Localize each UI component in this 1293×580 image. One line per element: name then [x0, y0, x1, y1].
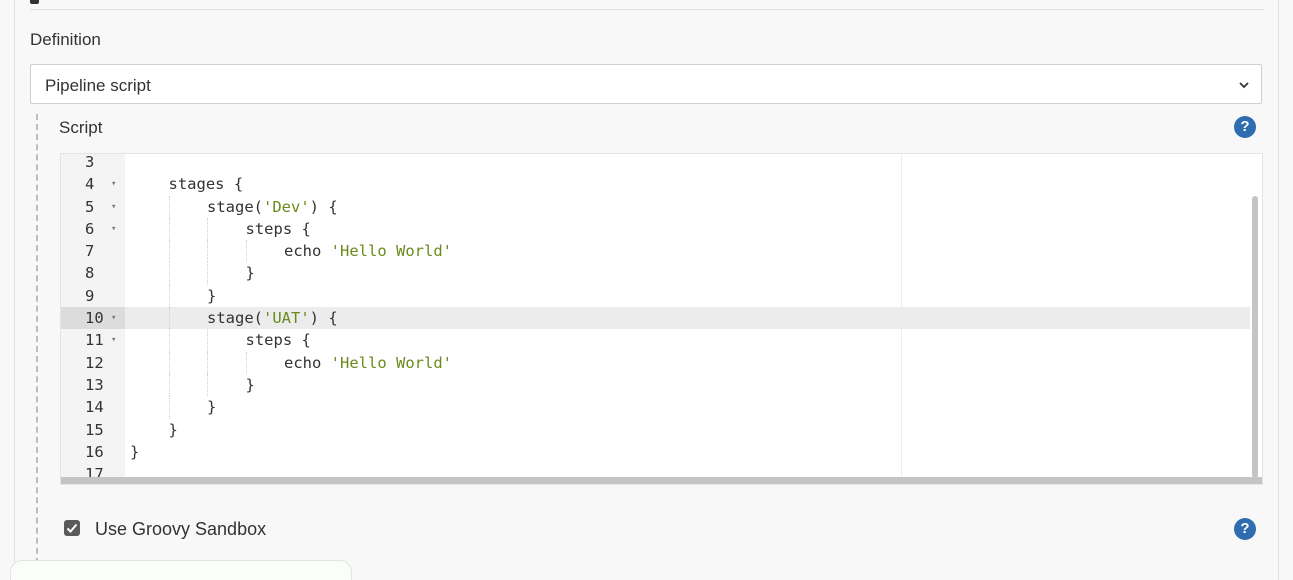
- indent-guide: [168, 396, 170, 419]
- line-number: 8: [85, 264, 95, 283]
- code-line[interactable]: 6 ▾ steps {: [61, 217, 1250, 241]
- line-number: 16: [85, 442, 104, 461]
- line-number: 9: [85, 286, 95, 305]
- indent-guide: [245, 351, 247, 374]
- code-line[interactable]: 5 ▾ stage('Dev') {: [61, 195, 1250, 218]
- code-text: steps {: [245, 219, 311, 238]
- code-line[interactable]: 3: [61, 153, 1250, 173]
- code-line[interactable]: 12 echo 'Hello World': [61, 351, 1250, 374]
- code-line[interactable]: 16}: [61, 441, 1250, 463]
- code-text: stage('Dev') {: [207, 197, 338, 216]
- sandbox-help-icon[interactable]: ?: [1234, 518, 1256, 540]
- script-help-icon[interactable]: ?: [1234, 116, 1256, 138]
- code-text: }: [168, 420, 178, 439]
- code-line[interactable]: 9}: [61, 284, 1250, 308]
- indent-guide: [168, 373, 170, 397]
- code-text: echo 'Hello World': [284, 353, 452, 372]
- fold-arrow-icon[interactable]: ▾: [111, 173, 116, 195]
- code-text: echo 'Hello World': [284, 242, 452, 261]
- groovy-sandbox-label[interactable]: Use Groovy Sandbox: [95, 519, 266, 540]
- code-line[interactable]: 8}: [61, 262, 1250, 285]
- indent-guide: [245, 240, 247, 263]
- definition-select-value: Pipeline script: [45, 76, 151, 95]
- indent-guide: [168, 329, 170, 352]
- script-label: Script: [59, 118, 103, 137]
- code-line[interactable]: 14}: [61, 396, 1250, 419]
- code-line[interactable]: 11 ▾ steps {: [61, 329, 1250, 352]
- fold-arrow-icon[interactable]: ▾: [111, 218, 116, 240]
- indent-guide: [168, 195, 170, 218]
- chevron-down-icon: [1239, 82, 1249, 89]
- indent-guide: [207, 240, 208, 263]
- code-line[interactable]: 7 echo 'Hello World': [61, 240, 1250, 263]
- indent-guide: [168, 262, 170, 285]
- groovy-sandbox-checkbox[interactable]: [64, 520, 80, 536]
- code-line[interactable]: 15}: [61, 419, 1250, 441]
- code-string: 'Hello World': [330, 242, 452, 261]
- code-string: 'Hello World': [330, 353, 452, 372]
- fold-arrow-icon[interactable]: ▾: [111, 307, 116, 329]
- line-number: 14: [85, 398, 104, 417]
- section-heading-fragment: [30, 0, 39, 4]
- checkmark-icon: [66, 523, 78, 533]
- line-number: 12: [85, 353, 104, 372]
- pipeline-definition-page: Definition Pipeline script Script ? 3 4 ▾ s…: [0, 0, 1293, 580]
- code-string: 'Dev': [263, 197, 310, 216]
- fold-arrow-icon[interactable]: ▾: [111, 329, 116, 351]
- line-number: 13: [85, 375, 104, 394]
- indent-guide: [207, 351, 208, 374]
- code-text: steps {: [245, 331, 311, 350]
- code-text: }: [245, 375, 255, 394]
- definition-select[interactable]: Pipeline script: [30, 64, 1262, 104]
- indent-guide: [207, 373, 208, 397]
- line-number: 15: [85, 420, 104, 439]
- fold-arrow-icon[interactable]: ▾: [111, 196, 116, 218]
- section-divider: [30, 9, 1264, 10]
- horizontal-scrollbar[interactable]: [61, 477, 1262, 484]
- code-text: }: [207, 286, 217, 305]
- indent-guide: [207, 217, 208, 241]
- indent-guide: [168, 307, 170, 330]
- indent-guide: [168, 217, 170, 241]
- code-text: }: [245, 264, 255, 283]
- code-text: }: [130, 442, 140, 461]
- bottom-card-partial: [10, 560, 352, 580]
- code-text: }: [207, 398, 217, 417]
- indent-guide: [168, 240, 170, 263]
- indent-guide: [207, 329, 208, 352]
- definition-label: Definition: [30, 30, 101, 49]
- code-text: stages {: [168, 175, 244, 194]
- line-number: 3: [85, 153, 95, 171]
- code-line[interactable]: 13}: [61, 373, 1250, 397]
- code-line[interactable]: 4 ▾ stages {: [61, 173, 1250, 195]
- vertical-scrollbar[interactable]: [1252, 196, 1258, 478]
- code-text: stage('UAT') {: [207, 309, 338, 328]
- line-number: 7: [85, 242, 95, 261]
- indent-guide: [168, 284, 170, 308]
- nested-section-guide: [36, 114, 38, 580]
- code-string: 'UAT': [263, 309, 310, 328]
- indent-guide: [207, 262, 208, 285]
- code-line[interactable]: 10 ▾ stage('UAT') {: [61, 307, 1250, 330]
- indent-guide: [168, 351, 170, 374]
- script-editor[interactable]: 3 4 ▾ stages {5 ▾ stage('Dev') {6 ▾ steps {7 ech…: [60, 153, 1263, 485]
- code-lines[interactable]: 3 4 ▾ stages {5 ▾ stage('Dev') {6 ▾ steps {7 ech…: [61, 153, 1250, 484]
